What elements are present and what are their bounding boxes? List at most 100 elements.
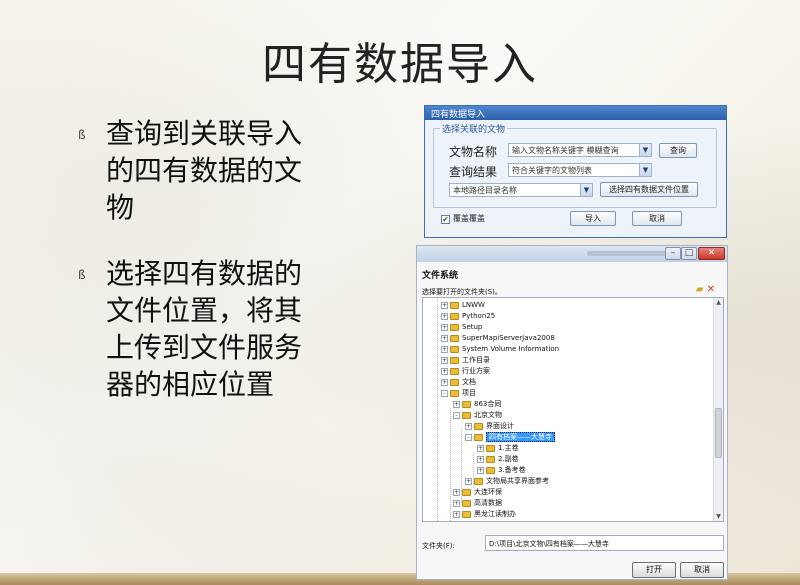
overwrite-checkbox[interactable]: ✔ 覆盖覆盖	[441, 213, 485, 224]
folder-icon	[486, 444, 495, 452]
tree-item-label: 1.主卷	[498, 444, 519, 452]
folder-icon	[450, 389, 459, 397]
expand-icon[interactable]: +	[441, 367, 448, 375]
folder-path-input[interactable]: D:\项目\北京文物\四有档案——大慧寺	[485, 535, 724, 551]
close-icon[interactable]: ✕	[698, 247, 725, 260]
relic-group-label: 选择关联的文物	[440, 122, 508, 135]
expand-icon[interactable]: +	[441, 345, 448, 353]
check-icon[interactable]: ✔	[441, 214, 450, 224]
slide-title: 四有数据导入	[262, 39, 538, 90]
file-cancel-button[interactable]: 取消	[680, 562, 724, 578]
new-folder-icon[interactable]: ▰	[696, 284, 704, 295]
bullet-item: ß 选择四有数据的文件位置，将其上传到文件服务器的相应位置	[78, 255, 318, 403]
tree-item[interactable]: +3.备考卷	[477, 465, 526, 476]
tree-guide-line	[450, 408, 451, 521]
tree-item[interactable]: + 行业方案	[441, 366, 490, 377]
expand-icon[interactable]: +	[465, 422, 472, 430]
chevron-down-icon[interactable]: ▼	[639, 144, 651, 156]
import-dialog-titlebar: 四有数据导入	[425, 106, 726, 120]
scrollbar-thumb[interactable]	[715, 408, 722, 458]
tree-item-label: 项目	[462, 389, 476, 397]
tree-guide-line	[437, 298, 438, 521]
choose-location-button[interactable]: 选择四有数据文件位置	[600, 182, 698, 197]
maximize-icon[interactable]: □	[681, 247, 697, 260]
tree-item[interactable]: + Python25	[441, 311, 495, 322]
tree-item[interactable]: +863合同	[453, 399, 501, 410]
expand-icon[interactable]: +	[441, 323, 448, 331]
tree-item[interactable]: + 工作目录	[441, 355, 490, 366]
minimize-icon[interactable]: –	[665, 247, 681, 260]
tree-item-label: LNWW	[462, 301, 485, 309]
expand-icon[interactable]: +	[453, 510, 460, 518]
folder-icon	[462, 488, 471, 496]
tree-item[interactable]: + 黑龙江读制办	[453, 509, 516, 520]
tree-item[interactable]: + 界面设计	[465, 421, 514, 432]
bullet-text: 选择四有数据的文件位置，将其上传到文件服务器的相应位置	[106, 257, 303, 401]
tree-item[interactable]: - 北京文物	[453, 410, 502, 421]
tree-item[interactable]: +1.主卷	[477, 443, 519, 454]
expand-icon[interactable]: +	[453, 499, 460, 507]
tree-item-label: 四有档案——大慧寺	[486, 432, 555, 442]
scroll-up-icon[interactable]: ▲	[714, 298, 723, 307]
expand-icon[interactable]: +	[477, 455, 484, 463]
folder-icon	[450, 323, 459, 331]
folder-icon	[474, 477, 483, 485]
tree-item[interactable]: + 文档	[441, 377, 476, 388]
folder-path-label: 文件夹(F):	[422, 542, 455, 550]
collapse-icon[interactable]: -	[453, 411, 460, 419]
chevron-down-icon[interactable]: ▼	[639, 164, 651, 176]
expand-icon[interactable]: +	[441, 334, 448, 342]
expand-icon[interactable]: +	[477, 444, 484, 452]
file-dialog-subtitle: 选择要打开的文件夹(S)。	[422, 288, 502, 296]
bullet-marker: ß	[78, 268, 86, 282]
tree-item[interactable]: + SuperMapiServerJava2008	[441, 333, 555, 344]
tree-item[interactable]: +2.副卷	[477, 454, 519, 465]
folder-icon	[486, 466, 495, 474]
collapse-icon[interactable]: -	[441, 389, 448, 397]
expand-icon[interactable]: +	[477, 466, 484, 474]
tree-item-label: 文物局共享界面参考	[486, 477, 549, 485]
import-button[interactable]: 导入	[570, 211, 616, 226]
folder-tree[interactable]: ▲ ▼ + LNWW + Python25 + Setup + SuperMapiServer…	[422, 297, 724, 522]
file-dialog-titlebar: – □ ✕	[417, 246, 727, 262]
chevron-down-icon[interactable]: ▼	[580, 184, 592, 196]
tree-item[interactable]: + Setup	[441, 322, 482, 333]
tree-item-label: 大连环保	[474, 488, 502, 496]
expand-icon[interactable]: +	[441, 378, 448, 386]
query-result-select[interactable]: 符合关键字的文物列表 ▼	[508, 163, 652, 177]
bullet-item: ß 查询到关联导入的四有数据的文物	[78, 115, 318, 226]
query-button[interactable]: 查询	[659, 143, 697, 158]
folder-icon	[450, 345, 459, 353]
file-dialog-title: 文件系统	[422, 271, 459, 281]
folder-icon	[474, 422, 483, 430]
scroll-down-icon[interactable]: ▼	[714, 512, 723, 521]
bullet-text: 查询到关联导入的四有数据的文物	[106, 117, 303, 224]
expand-icon[interactable]: +	[441, 301, 448, 309]
query-result-select-text: 符合关键字的文物列表	[512, 166, 592, 175]
expand-icon[interactable]: +	[453, 400, 460, 408]
tree-item[interactable]: + LNWW	[441, 300, 485, 311]
collapse-icon[interactable]: -	[465, 433, 472, 441]
expand-icon[interactable]: +	[441, 312, 448, 320]
tree-item-label: 3.备考卷	[498, 466, 526, 474]
cancel-button[interactable]: 取消	[632, 211, 682, 226]
open-button[interactable]: 打开	[632, 562, 676, 578]
delete-icon[interactable]: ✕	[707, 284, 715, 295]
relic-name-input[interactable]: 输入文物名称关键字 模糊查询 ▼	[508, 143, 652, 157]
tree-item[interactable]: + System Volume Information	[441, 344, 559, 355]
expand-icon[interactable]: +	[453, 488, 460, 496]
tree-item[interactable]: + 高清数据	[453, 498, 502, 509]
tree-item[interactable]: - 四有档案——大慧寺	[465, 432, 555, 443]
folder-icon	[486, 455, 495, 463]
tree-item[interactable]: + 文物局共享界面参考	[465, 476, 549, 487]
query-result-label: 查询结果	[449, 165, 498, 179]
tree-item[interactable]: + 大连环保	[453, 487, 502, 498]
tree-item[interactable]: - 项目	[441, 388, 476, 399]
expand-icon[interactable]: +	[465, 477, 472, 485]
folder-icon	[450, 367, 459, 375]
expand-icon[interactable]: +	[441, 356, 448, 364]
tree-scrollbar[interactable]: ▲ ▼	[713, 298, 723, 521]
folder-icon	[462, 499, 471, 507]
path-select[interactable]: 本地路径目录名称 ▼	[449, 183, 593, 197]
folder-icon	[450, 301, 459, 309]
